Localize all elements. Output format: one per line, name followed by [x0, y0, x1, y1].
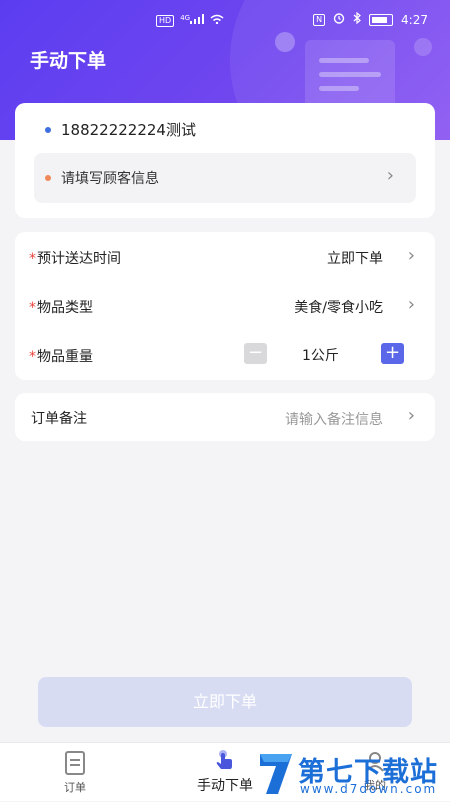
- tab-orders-label: 订单: [64, 781, 86, 794]
- status-bar: HD 4G N 4:27: [0, 0, 450, 44]
- status-time: 4:27: [401, 12, 428, 27]
- wifi-icon: [210, 14, 224, 27]
- weight-minus-button[interactable]: −: [244, 343, 267, 364]
- delivery-time-value: 立即下单: [327, 251, 383, 267]
- submit-order-button[interactable]: 立即下单: [38, 677, 412, 727]
- item-weight-label: 物品重量: [37, 349, 93, 365]
- item-type-row[interactable]: *物品类型 美食/零食小吃 ›: [15, 282, 435, 330]
- item-weight-row: *物品重量 − 1公斤 +: [15, 331, 435, 379]
- delivery-time-row[interactable]: *预计送达时间 立即下单 ›: [15, 233, 435, 281]
- order-note-row[interactable]: 订单备注 请输入备注信息 ›: [15, 393, 435, 441]
- orders-list-icon: [65, 751, 85, 775]
- customer-phone-row: 18822222224测试: [45, 119, 196, 140]
- required-mark: *: [29, 349, 36, 365]
- required-mark: *: [29, 300, 36, 316]
- chevron-right-icon: ›: [386, 165, 394, 186]
- item-type-value: 美食/零食小吃: [294, 300, 383, 316]
- watermark-logo-icon: [256, 748, 296, 798]
- bluetooth-icon: [353, 11, 361, 27]
- battery-icon: [369, 13, 394, 26]
- alarm-icon: [333, 12, 345, 27]
- signal-icon: 4G: [180, 14, 205, 27]
- watermark: 第七下载站 www.d7down.com: [256, 748, 446, 798]
- hd-badge: HD: [156, 14, 175, 27]
- customer-info-placeholder: 请填写顾客信息: [61, 171, 159, 187]
- chevron-right-icon: ›: [407, 245, 415, 266]
- hand-touch-icon: [215, 749, 235, 771]
- customer-phone: 18822222224测试: [61, 121, 196, 139]
- chevron-right-icon: ›: [407, 294, 415, 315]
- phone-dot-icon: [45, 126, 51, 133]
- customer-info-button[interactable]: 请填写顾客信息 ›: [34, 153, 416, 203]
- order-note-placeholder: 请输入备注信息: [285, 412, 383, 428]
- order-note-label: 订单备注: [31, 411, 87, 427]
- chevron-right-icon: ›: [407, 405, 415, 426]
- tab-orders[interactable]: 订单: [50, 743, 100, 801]
- order-form-card: *预计送达时间 立即下单 › *物品类型 美食/零食小吃 › *物品重量 − 1…: [15, 232, 435, 380]
- required-mark: *: [29, 251, 36, 267]
- customer-card: 18822222224测试 请填写顾客信息 ›: [15, 103, 435, 218]
- nfc-icon: N: [313, 13, 326, 26]
- delivery-time-label: 预计送达时间: [37, 251, 121, 267]
- info-dot-icon: [45, 175, 51, 181]
- tab-manual-label: 手动下单: [197, 778, 253, 794]
- weight-plus-button[interactable]: +: [381, 343, 404, 364]
- watermark-url: www.d7down.com: [300, 782, 438, 796]
- tab-manual-order[interactable]: 手动下单: [188, 743, 262, 801]
- item-type-label: 物品类型: [37, 300, 93, 316]
- weight-value: 1公斤: [302, 348, 339, 364]
- page-title: 手动下单: [30, 50, 107, 72]
